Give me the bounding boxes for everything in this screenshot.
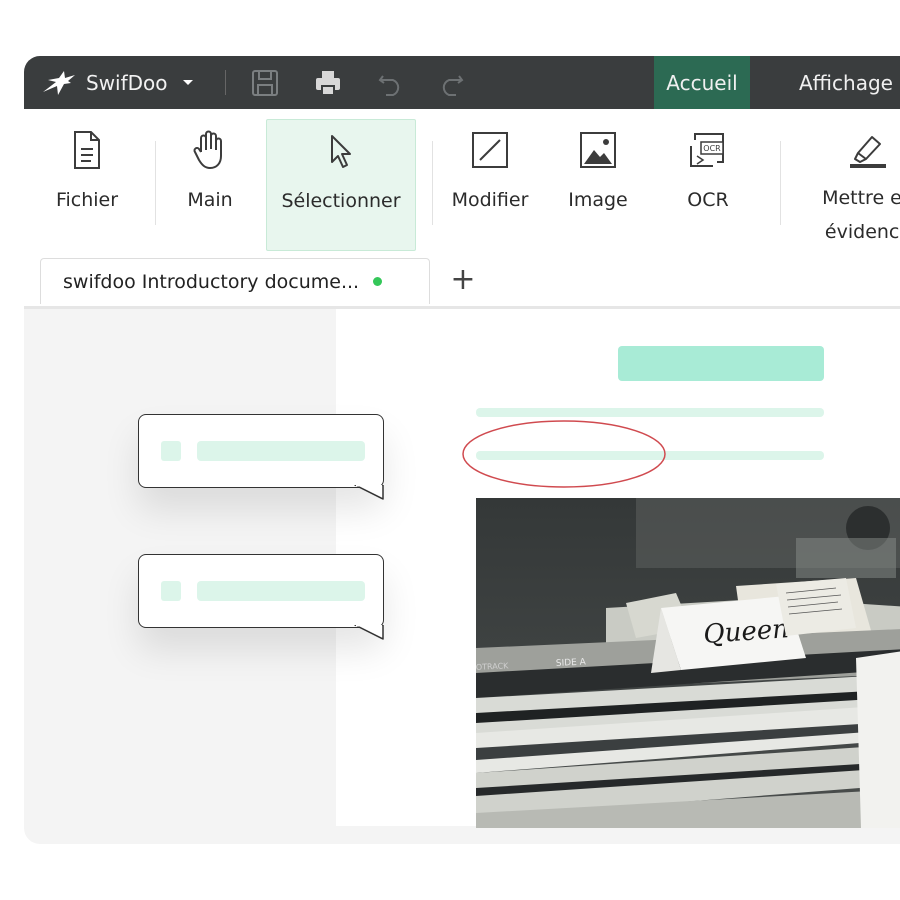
comment-bubble[interactable] xyxy=(138,414,384,500)
new-tab-button[interactable]: + xyxy=(448,262,478,298)
tab-accueil-label: Accueil xyxy=(666,70,738,95)
document-tab[interactable]: swifdoo Introductory docume... xyxy=(40,258,430,304)
comment-avatar-placeholder xyxy=(161,441,181,461)
divider xyxy=(155,141,156,225)
plus-icon: + xyxy=(450,262,476,297)
save-button[interactable] xyxy=(250,56,280,109)
title-bar: SwifDoo Accueil Affichage xyxy=(24,56,900,109)
comment-bubble[interactable] xyxy=(138,554,384,640)
app-name: SwifDoo xyxy=(86,70,168,95)
bubble-tail xyxy=(353,625,384,640)
svg-text:OCR: OCR xyxy=(703,144,721,153)
highlight-button[interactable]: Mettre en évidence xyxy=(800,119,900,249)
image-icon xyxy=(578,125,618,175)
document-tab-title: swifdoo Introductory docume... xyxy=(63,270,360,293)
track-text: OTRACK xyxy=(476,661,509,672)
comment-text-placeholder xyxy=(197,581,365,601)
side-a-text: SIDE A xyxy=(556,657,587,669)
selectionner-button[interactable]: Sélectionner xyxy=(266,119,416,251)
highlighter-icon xyxy=(846,125,890,173)
highlight-label: Mettre en évidence xyxy=(822,187,900,243)
ocr-icon: OCR xyxy=(687,125,729,175)
undo-button[interactable] xyxy=(376,56,406,109)
status-dot xyxy=(373,277,383,286)
fichier-button[interactable]: Fichier xyxy=(40,119,134,249)
heading-placeholder xyxy=(618,346,824,381)
app-window: SwifDoo Accueil Affichage Fichier Main S… xyxy=(24,56,900,844)
divider xyxy=(225,70,226,95)
modifier-button[interactable]: Modifier xyxy=(442,119,538,249)
tab-strip: swifdoo Introductory docume... + xyxy=(24,254,900,309)
app-menu-button[interactable]: SwifDoo xyxy=(42,56,194,109)
fichier-label: Fichier xyxy=(55,189,119,211)
bubble-tail xyxy=(353,485,384,500)
hand-icon xyxy=(192,125,228,175)
tab-affichage-label: Affichage xyxy=(799,70,893,95)
undo-icon xyxy=(376,68,406,98)
ribbon-toolbar: Fichier Main Sélectionner Modifier Image… xyxy=(24,109,900,254)
ocr-button[interactable]: OCR OCR xyxy=(668,119,748,249)
swallow-logo-icon xyxy=(42,70,76,96)
file-icon xyxy=(72,125,102,175)
record-bin-photo: SIDE A OTRACK Queen xyxy=(476,498,900,828)
ocr-label: OCR xyxy=(687,189,729,211)
redo-icon xyxy=(436,68,466,98)
main-label: Main xyxy=(187,189,233,211)
modifier-label: Modifier xyxy=(451,189,529,211)
selectionner-label: Sélectionner xyxy=(281,190,401,212)
save-icon xyxy=(250,68,280,98)
comment-avatar-placeholder xyxy=(161,581,181,601)
tab-accueil[interactable]: Accueil xyxy=(654,56,750,109)
image-label: Image xyxy=(568,189,628,211)
divider xyxy=(432,141,433,225)
comment-text-placeholder xyxy=(197,441,365,461)
tab-affichage[interactable]: Affichage xyxy=(782,56,900,109)
ellipse-annotation[interactable] xyxy=(460,418,670,492)
divider xyxy=(780,141,781,225)
chevron-down-icon xyxy=(182,79,194,87)
text-line-placeholder xyxy=(476,408,824,417)
print-button[interactable] xyxy=(313,56,343,109)
print-icon xyxy=(313,68,343,98)
redo-button[interactable] xyxy=(436,56,466,109)
edit-icon xyxy=(470,125,510,175)
cursor-icon xyxy=(326,126,356,176)
main-button[interactable]: Main xyxy=(172,119,248,249)
queen-divider-label: Queen xyxy=(702,614,789,650)
image-button[interactable]: Image xyxy=(558,119,638,249)
